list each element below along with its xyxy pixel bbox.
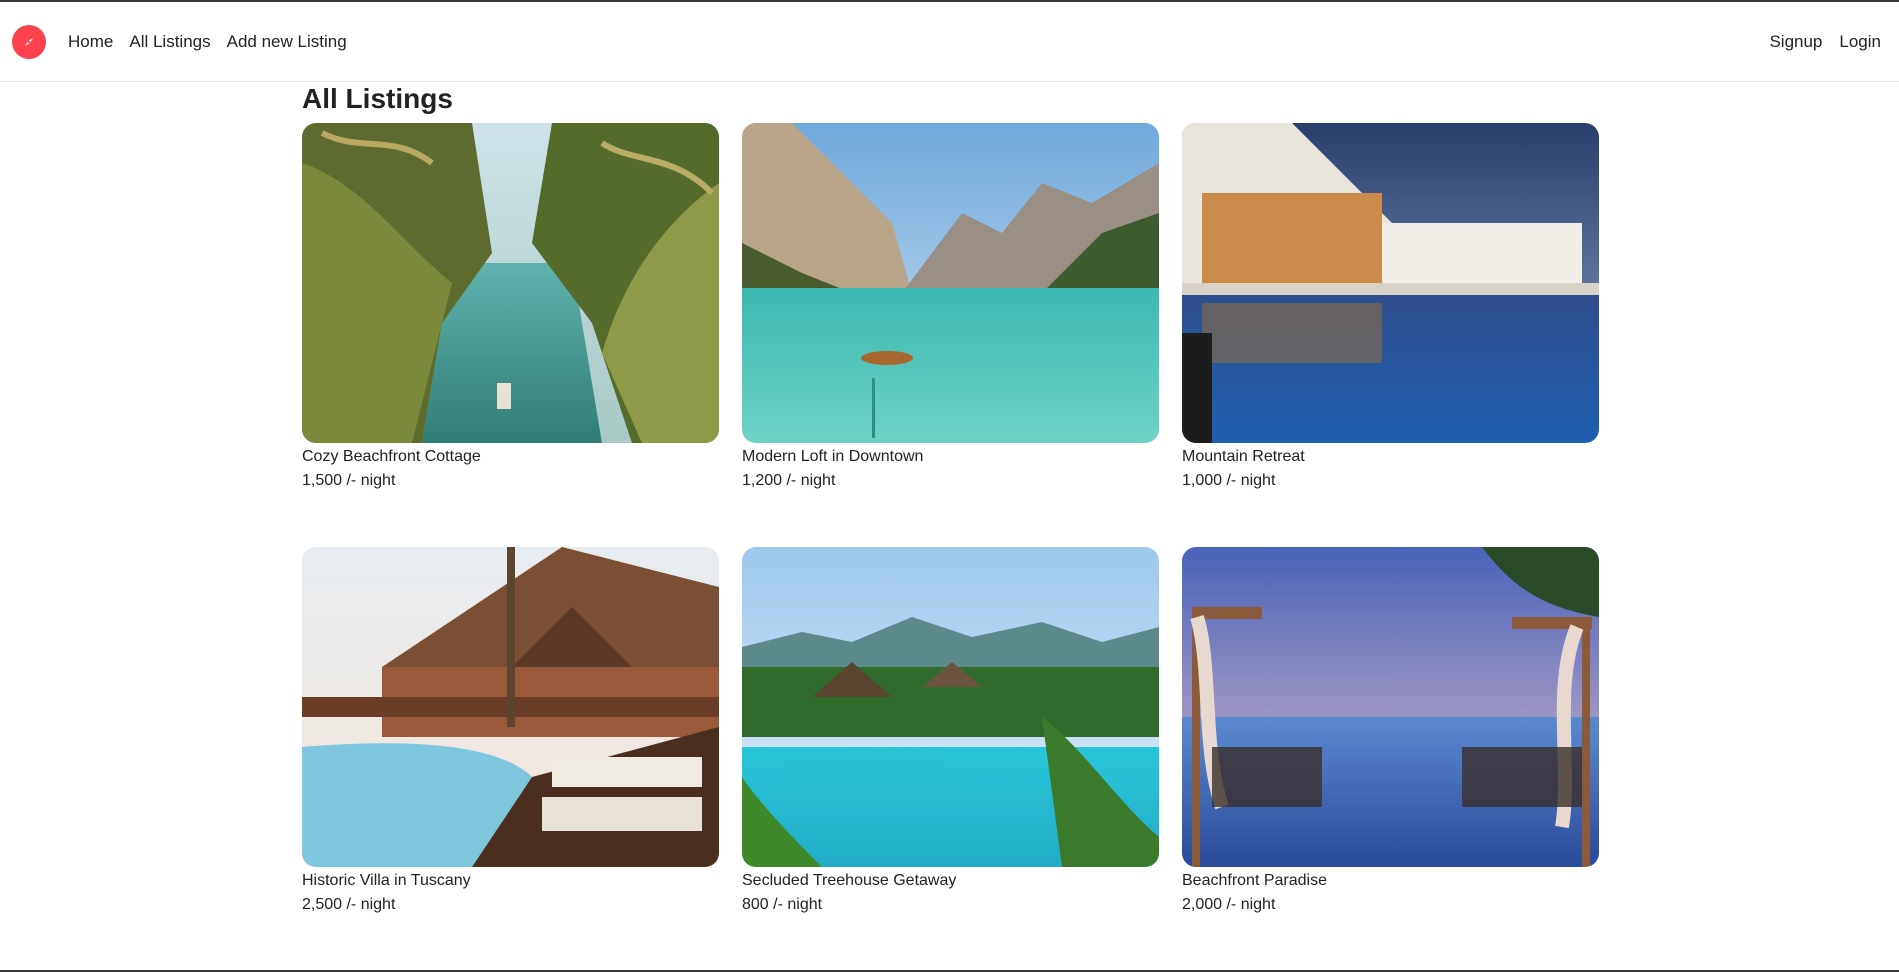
- listing-card[interactable]: Beachfront Paradise 2,000 /- night: [1182, 547, 1599, 971]
- compass-icon: [25, 38, 33, 46]
- listing-title: Secluded Treehouse Getaway: [742, 872, 957, 889]
- listings-grid: Cozy Beachfront Cottage 1,500 /- night M…: [302, 123, 1599, 971]
- listing-card[interactable]: Cozy Beachfront Cottage 1,500 /- night: [302, 123, 719, 547]
- listing-image: [1182, 123, 1599, 443]
- listing-card[interactable]: Secluded Treehouse Getaway 800 /- night: [742, 547, 1159, 971]
- nav-link-home[interactable]: Home: [68, 32, 113, 52]
- listing-title: Modern Loft in Downtown: [742, 448, 924, 465]
- nav-link-signup[interactable]: Signup: [1769, 32, 1822, 52]
- listing-price: 1,000 /- night: [1182, 472, 1276, 489]
- listing-card[interactable]: Modern Loft in Downtown 1,200 /- night: [742, 123, 1159, 547]
- listing-title: Historic Villa in Tuscany: [302, 872, 471, 889]
- listing-title: Beachfront Paradise: [1182, 872, 1327, 889]
- listing-image: [742, 123, 1159, 443]
- navbar: Home All Listings Add new Listing Signup…: [0, 2, 1899, 82]
- nav-links-right: Signup Login: [1769, 2, 1881, 82]
- listing-card[interactable]: Historic Villa in Tuscany 2,500 /- night: [302, 547, 719, 971]
- listing-card[interactable]: Mountain Retreat 1,000 /- night: [1182, 123, 1599, 547]
- listing-image: [742, 547, 1159, 867]
- listing-image: [1182, 547, 1599, 867]
- listing-price: 2,500 /- night: [302, 896, 396, 913]
- page-title: All Listings: [302, 83, 453, 114]
- listing-image: [302, 123, 719, 443]
- listing-image: [302, 547, 719, 867]
- nav-link-login[interactable]: Login: [1839, 32, 1881, 52]
- listing-price: 1,500 /- night: [302, 472, 396, 489]
- listing-price: 1,200 /- night: [742, 472, 836, 489]
- listing-title: Mountain Retreat: [1182, 448, 1305, 465]
- listing-title: Cozy Beachfront Cottage: [302, 448, 481, 465]
- nav-link-all-listings[interactable]: All Listings: [129, 32, 210, 52]
- nav-links-left: Home All Listings Add new Listing: [68, 2, 347, 82]
- logo-button[interactable]: [12, 25, 46, 59]
- nav-link-add-new-listing[interactable]: Add new Listing: [227, 32, 347, 52]
- listing-price: 2,000 /- night: [1182, 896, 1276, 913]
- listing-price: 800 /- night: [742, 896, 823, 913]
